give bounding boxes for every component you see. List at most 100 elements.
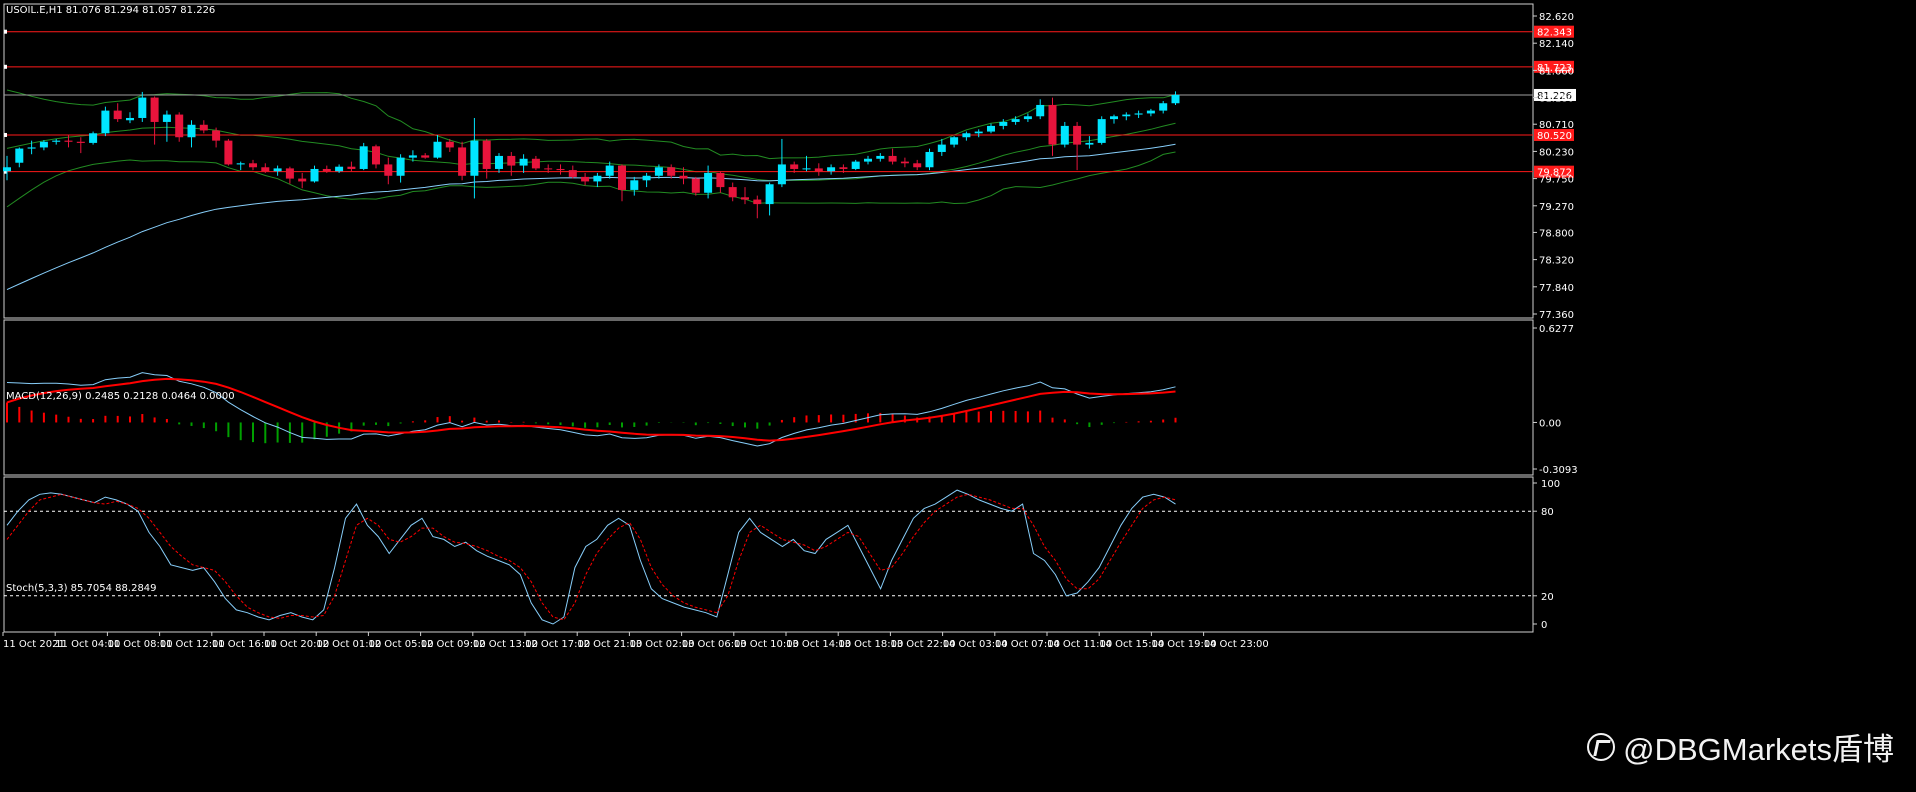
candle-body[interactable] [52,140,61,142]
candle-body[interactable] [667,167,676,176]
candle-body[interactable] [593,175,602,182]
candle-body[interactable] [482,140,491,169]
candle-body[interactable] [1036,104,1045,117]
candle-body[interactable] [15,148,24,163]
candle-body[interactable] [1146,110,1155,114]
candle-body[interactable] [261,167,270,172]
candle-body[interactable] [679,175,688,179]
candle-body[interactable] [618,165,626,190]
candle-body[interactable] [642,175,651,181]
candle-body[interactable] [913,163,922,168]
candle-body[interactable] [298,178,307,182]
candle-body[interactable] [64,140,73,142]
candle-body[interactable] [519,158,528,166]
macd-panel[interactable] [6,372,1177,447]
candle-body[interactable] [408,155,417,158]
candle-body[interactable] [224,140,233,165]
candle-body[interactable] [531,158,540,169]
candle-body[interactable] [814,168,823,172]
candle-body[interactable] [556,168,565,171]
candle-body[interactable] [753,199,762,205]
candle-body[interactable] [987,125,995,132]
candle-body[interactable] [507,155,516,166]
candle-body[interactable] [1085,142,1094,145]
candle-body[interactable] [175,114,184,138]
candle-body[interactable] [396,157,405,176]
candle-body[interactable] [187,124,196,138]
candle-body[interactable] [1097,119,1106,143]
candle-body[interactable] [900,161,909,164]
candle-body[interactable] [126,117,134,121]
candle-body[interactable] [384,164,393,176]
candle-body[interactable] [950,137,959,145]
candle-body[interactable] [716,172,725,188]
candle-body[interactable] [704,172,713,193]
candle-body[interactable] [359,146,368,169]
candle-body[interactable] [1048,104,1057,145]
candle-body[interactable] [150,97,159,122]
candle-body[interactable] [974,131,983,134]
candle-body[interactable] [285,168,294,179]
candle-body[interactable] [372,146,380,165]
candle-body[interactable] [654,167,663,176]
candle-body[interactable] [1171,94,1180,104]
candle-body[interactable] [138,97,147,118]
candle-body[interactable] [1073,125,1082,145]
candle-body[interactable] [925,151,934,168]
candle-body[interactable] [962,133,971,138]
candle-body[interactable] [741,197,749,200]
candle-body[interactable] [458,147,467,176]
candle-body[interactable] [273,168,282,172]
candle-body[interactable] [1023,116,1032,120]
candle-body[interactable] [212,130,221,141]
candle-body[interactable] [445,141,454,148]
candle-body[interactable] [581,176,590,182]
price-panel[interactable] [3,29,1533,291]
candle-body[interactable] [76,141,85,143]
candle-body[interactable] [544,168,553,170]
candle-body[interactable] [888,155,897,162]
candle-body[interactable] [1110,116,1118,120]
candle-body[interactable] [495,155,503,169]
candle-body[interactable] [310,168,319,182]
candle-body[interactable] [1060,125,1069,145]
candle-body[interactable] [421,155,430,158]
candle-body[interactable] [839,167,848,169]
candle-body[interactable] [3,167,11,172]
candle-body[interactable] [827,167,836,172]
candle-body[interactable] [347,166,356,169]
candle-body[interactable] [335,166,344,172]
candle-body[interactable] [937,144,946,152]
candle-body[interactable] [851,161,860,169]
candle-body[interactable] [765,184,774,205]
candle-body[interactable] [876,155,885,159]
candle-body[interactable] [1122,114,1131,117]
candle-body[interactable] [101,110,110,134]
candle-body[interactable] [89,133,98,143]
stochastic-panel[interactable] [4,489,1533,625]
candle-body[interactable] [999,121,1008,126]
candle-body[interactable] [470,140,479,176]
candle-body[interactable] [162,114,171,122]
candle-body[interactable] [790,164,799,169]
candle-body[interactable] [802,168,811,170]
candle-body[interactable] [249,163,257,168]
trading-chart[interactable]: 82.34381.72380.52079.87281.22682.62082.1… [0,0,1916,792]
candle-body[interactable] [1159,103,1168,111]
candle-body[interactable] [1134,113,1143,115]
candle-body[interactable] [39,141,48,148]
candle-body[interactable] [777,164,786,185]
candle-body[interactable] [728,187,737,198]
candle-body[interactable] [691,178,700,193]
candle-body[interactable] [568,170,577,177]
candle-body[interactable] [236,163,245,165]
candle-body[interactable] [1011,119,1020,122]
candle-body[interactable] [113,110,122,120]
candle-body[interactable] [605,165,614,176]
candle-body[interactable] [433,141,442,158]
candle-body[interactable] [630,180,639,190]
candle-body[interactable] [27,147,36,149]
candle-body[interactable] [322,168,331,172]
candle-body[interactable] [864,158,872,162]
candle-body[interactable] [199,124,208,131]
